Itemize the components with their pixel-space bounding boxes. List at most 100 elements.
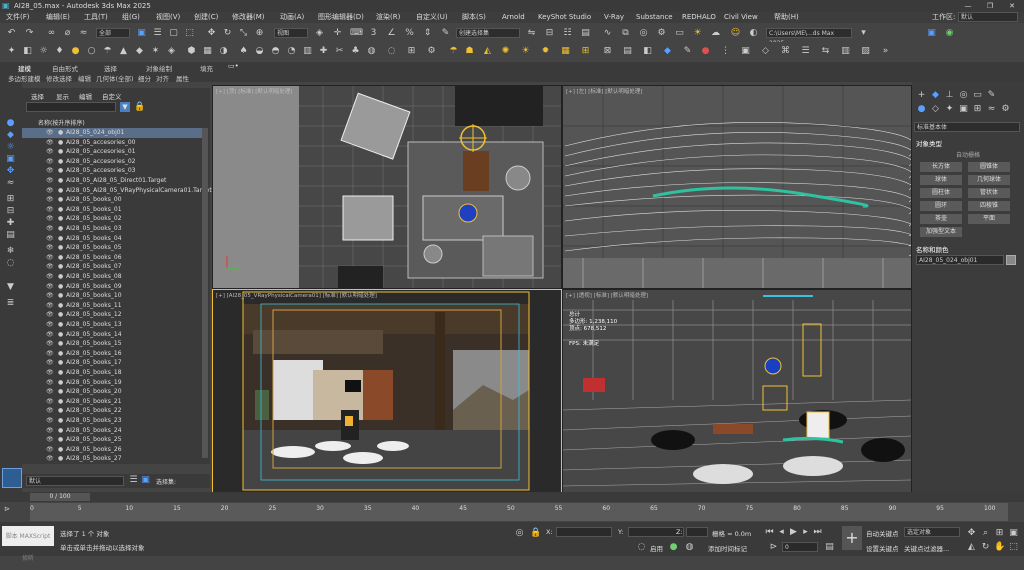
sky-icon[interactable]: ✹ xyxy=(540,46,551,57)
workspace-dropdown[interactable]: 默认 xyxy=(958,12,1018,22)
cameras-icon[interactable]: ▣ xyxy=(958,104,969,115)
list-item[interactable]: 👁 ● AI28_05_books_09 xyxy=(22,282,202,292)
redhalo-icon[interactable]: ⊠ xyxy=(602,46,613,57)
mirror-icon[interactable]: ⇋ xyxy=(526,28,537,39)
filter-xrefs-icon[interactable]: ⊟ xyxy=(5,206,16,217)
visibility-eye-icon[interactable]: 👁 xyxy=(46,378,54,388)
goto-end-icon[interactable]: ⏭ xyxy=(812,527,823,538)
maximize-button[interactable]: ❐ xyxy=(980,0,1000,12)
list-item[interactable]: 👁 ● AI28_05_books_08 xyxy=(22,272,202,282)
select-by-name-icon[interactable]: ☰ xyxy=(152,28,163,39)
menu-create[interactable]: 创建(C) xyxy=(194,12,218,23)
list-item[interactable]: 👁 ● AI28_05_books_25 xyxy=(22,435,202,445)
menu-vray[interactable]: V-Ray xyxy=(604,12,624,23)
visibility-eye-icon[interactable]: 👁 xyxy=(46,272,54,282)
percent-snap-icon[interactable]: % xyxy=(404,28,415,39)
list-item[interactable]: 👁 ● AI28_05_024_obj01 xyxy=(22,128,202,138)
viewport-top-label[interactable]: [+] [顶] [标准] [默认明暗处理] xyxy=(216,87,293,95)
x-field[interactable] xyxy=(556,527,612,537)
diamond-icon[interactable]: ◇ xyxy=(760,46,771,57)
grid-icon[interactable]: ⊞ xyxy=(580,46,591,57)
utilities-tab-icon[interactable]: ✎ xyxy=(986,90,997,101)
menu-view[interactable]: 视图(V) xyxy=(156,12,180,23)
vray-lister-icon[interactable]: ◑ xyxy=(218,46,229,57)
vray-icon[interactable]: ◔ xyxy=(286,46,297,57)
sphere-button[interactable]: 球体 xyxy=(920,175,962,185)
visibility-eye-icon[interactable]: 👁 xyxy=(46,186,54,196)
array-icon[interactable]: ▦ xyxy=(560,46,571,57)
menu-animation[interactable]: 动画(A) xyxy=(280,12,304,23)
list-item[interactable]: 👁 ● AI28_05_AI28_05_Direct01.Target xyxy=(22,176,202,186)
rect-selection-icon[interactable]: ▢ xyxy=(168,28,179,39)
menu-civil-view[interactable]: Civil View xyxy=(724,12,758,23)
light-lister-icon[interactable]: ☰ xyxy=(800,46,811,57)
object-category-dropdown[interactable]: 标准基本体 xyxy=(914,122,1020,132)
explorer-tab-select[interactable]: 选择 xyxy=(31,91,44,101)
visibility-eye-icon[interactable]: 👁 xyxy=(46,214,54,224)
zoom-all-icon[interactable]: ⊞ xyxy=(994,528,1005,539)
tool-icon[interactable]: ✎ xyxy=(682,46,693,57)
ribbon-options-icon[interactable]: ▭• xyxy=(228,62,239,70)
curve-editor-icon[interactable]: ∿ xyxy=(602,28,613,39)
zoom-icon[interactable]: ⌕ xyxy=(980,528,991,539)
library-icon[interactable]: ▤ xyxy=(622,46,633,57)
visibility-eye-icon[interactable]: 👁 xyxy=(46,406,54,416)
list-item[interactable]: 👁 ● AI28_05_accesories_00 xyxy=(22,138,202,148)
selection-lock-icon[interactable]: 🔒 xyxy=(530,528,541,539)
ribbon-subdivision[interactable]: 细分 xyxy=(138,73,151,83)
list-item[interactable]: 👁 ● AI28_05_books_03 xyxy=(22,224,202,234)
visibility-eye-icon[interactable]: 👁 xyxy=(46,147,54,157)
sphere-icon[interactable]: ○ xyxy=(86,46,97,57)
visibility-eye-icon[interactable]: 👁 xyxy=(46,339,54,349)
scene-converter-icon[interactable]: ⇆ xyxy=(820,46,831,57)
goto-start-icon[interactable]: ⏮ xyxy=(764,527,775,538)
list-item[interactable]: 👁 ● AI28_05_accesories_02 xyxy=(22,157,202,167)
asset-icon[interactable]: ◧ xyxy=(642,46,653,57)
ribbon-properties[interactable]: 属性 xyxy=(176,73,189,83)
explorer-column-header[interactable]: 名称(按升序排序) xyxy=(38,118,85,127)
object-type-rollout[interactable]: 对象类型 xyxy=(916,138,942,148)
window-crossing-icon[interactable]: ⬚ xyxy=(184,28,195,39)
gear-icon[interactable]: ⚙ xyxy=(426,46,437,57)
filter-shapes-icon[interactable]: ◆ xyxy=(5,130,16,141)
sun-icon[interactable]: ☼ xyxy=(38,46,49,57)
object-color-swatch[interactable] xyxy=(1006,255,1016,265)
spinner-snap-icon[interactable]: ⇕ xyxy=(422,28,433,39)
layer-dropdown[interactable]: 默认 xyxy=(26,476,124,486)
dots-icon[interactable]: ⋮ xyxy=(720,46,731,57)
viewport-perspective[interactable]: [+] [透视] [标准] [默认明暗处理] 总计 多边形: 1,238,110… xyxy=(562,289,912,493)
drop-icon[interactable]: ♦ xyxy=(54,46,65,57)
named-selection-dropdown[interactable]: 创建选择集 xyxy=(456,28,520,38)
ribbon-geometry-all[interactable]: 几何体(全部) xyxy=(96,73,134,83)
ribbon-tab-populate[interactable]: 填充 xyxy=(200,63,213,73)
menu-keyshot[interactable]: KeyShot Studio xyxy=(538,12,591,23)
angle-snap-icon[interactable]: ∠ xyxy=(386,28,397,39)
visibility-eye-icon[interactable]: 👁 xyxy=(46,195,54,205)
walk-icon[interactable]: ✋ xyxy=(994,542,1005,553)
visibility-eye-icon[interactable]: 👁 xyxy=(46,349,54,359)
vray-scene-icon[interactable]: ◓ xyxy=(270,46,281,57)
modify-tab-icon[interactable]: ◆ xyxy=(930,90,941,101)
menu-group[interactable]: 组(G) xyxy=(122,12,140,23)
select-manipulate-icon[interactable]: ✛ xyxy=(332,28,343,39)
omni-icon[interactable]: ✺ xyxy=(500,46,511,57)
next-frame-icon[interactable]: ▸ xyxy=(800,527,811,538)
visibility-eye-icon[interactable]: 👁 xyxy=(46,262,54,272)
visibility-eye-icon[interactable]: 👁 xyxy=(46,243,54,253)
visibility-eye-icon[interactable]: 👁 xyxy=(46,416,54,426)
z-field[interactable] xyxy=(686,527,708,537)
shapes-icon[interactable]: ◇ xyxy=(930,104,941,115)
viewport-camera[interactable]: [+] [AI28_05_VRayPhysicalCamera01] [标准] … xyxy=(212,289,562,493)
rendered-frame-icon[interactable]: ▭ xyxy=(674,28,685,39)
pan-icon[interactable]: ✥ xyxy=(966,528,977,539)
list-item[interactable]: 👁 ● AI28_05_books_26 xyxy=(22,445,202,455)
maxscript-listener[interactable]: 脚本 MAXScript 侦听 xyxy=(2,526,54,562)
object-icon[interactable]: ⬢ xyxy=(186,46,197,57)
viewport-persp-label[interactable]: [+] [透视] [标准] [默认明暗处理] xyxy=(566,291,648,299)
filter-cameras-icon[interactable]: ▣ xyxy=(5,154,16,165)
list-item[interactable]: 👁 ● AI28_05_books_12 xyxy=(22,310,202,320)
menu-arnold[interactable]: Arnold xyxy=(502,12,525,23)
filter-bones-icon[interactable]: ✚ xyxy=(5,218,16,229)
visibility-eye-icon[interactable]: 👁 xyxy=(46,234,54,244)
render-cloud-icon[interactable]: ☁ xyxy=(710,28,721,39)
